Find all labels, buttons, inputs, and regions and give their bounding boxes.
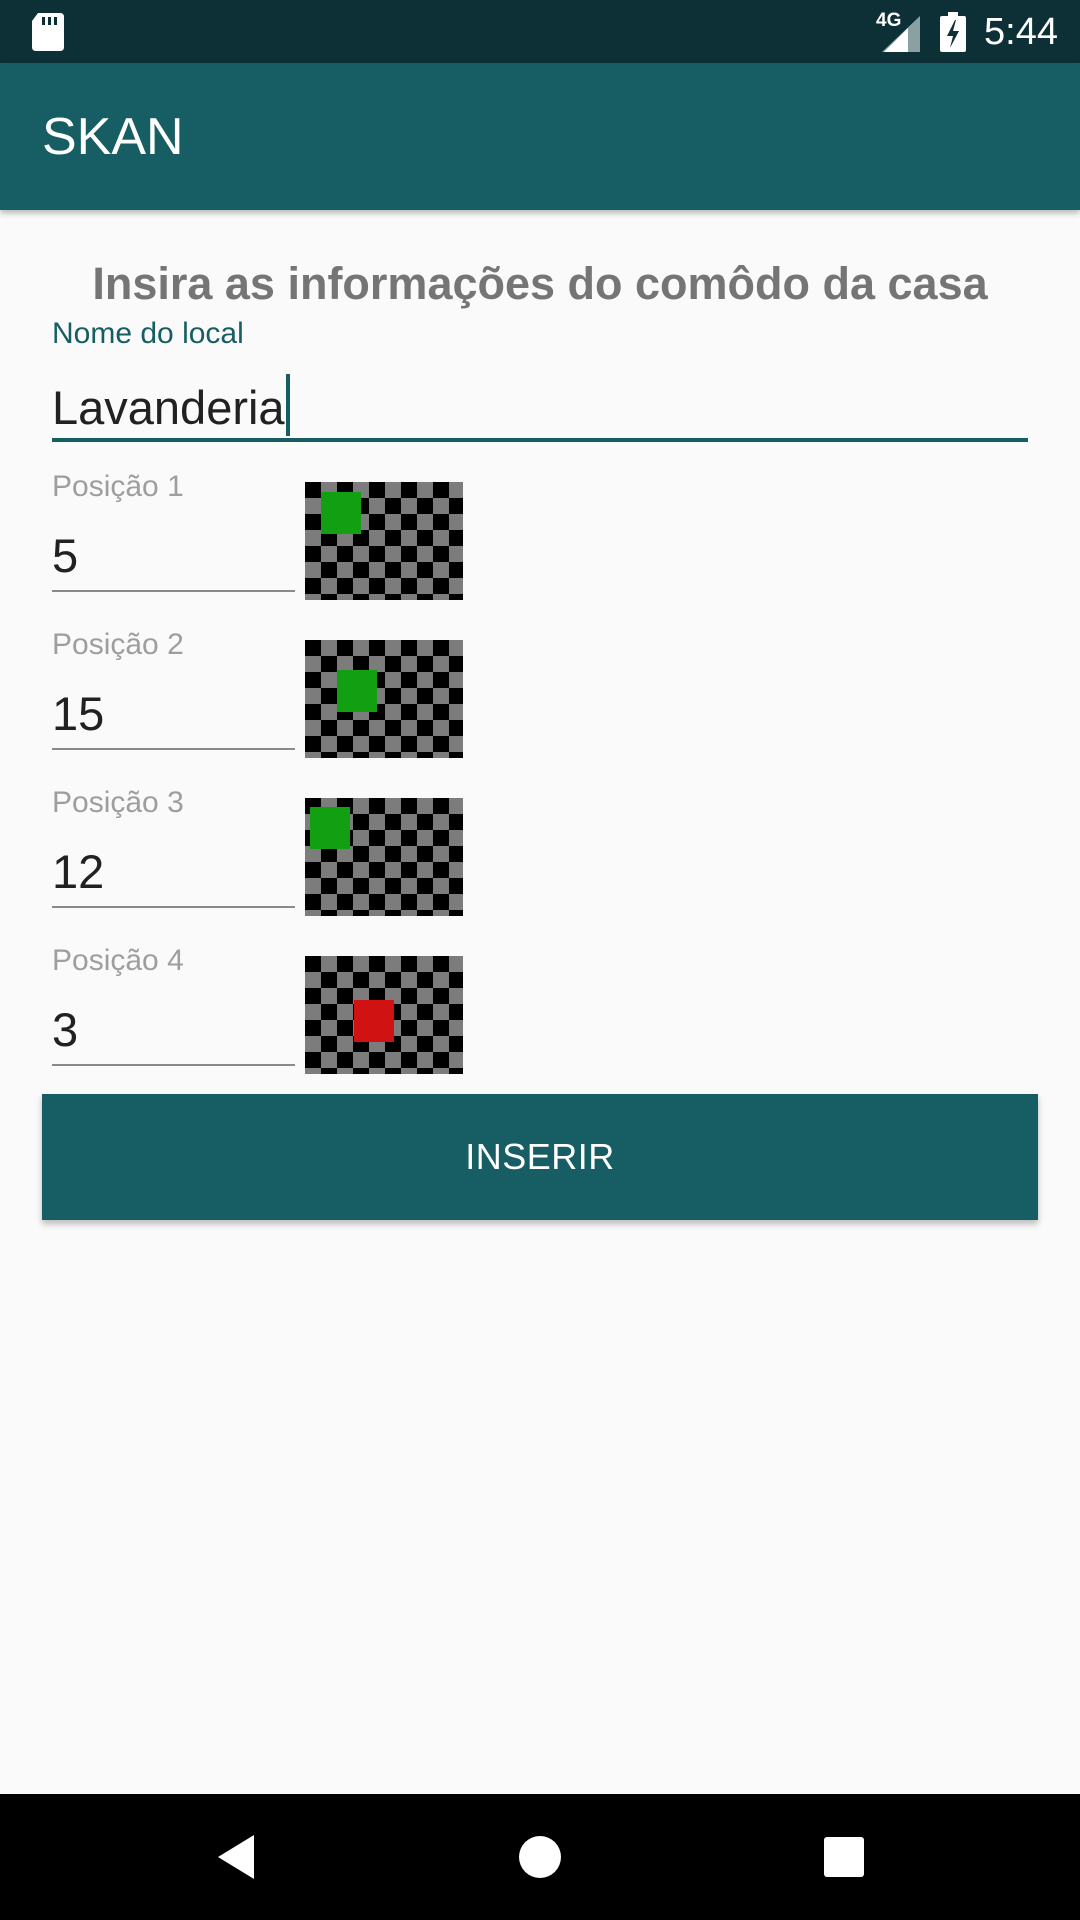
position-3-underline [52,906,295,908]
form-heading: Insira as informações do comôdo da casa [92,258,988,309]
position-2-grid [305,640,463,758]
battery-charging-icon [940,12,966,52]
app-title: SKAN [42,108,184,166]
position-4-label: Posição 4 [52,944,184,977]
position-3-label: Posição 3 [52,786,184,819]
position-4-marker [354,1000,394,1042]
position-3-grid [305,798,463,916]
clock: 5:44 [984,11,1058,53]
status-bar: 4G 5:44 [0,0,1080,63]
insert-button[interactable]: INSERIR [42,1094,1038,1220]
location-value: Lavanderia [52,381,285,434]
app-bar: SKAN [0,63,1080,210]
position-4-input[interactable]: 3 [52,1002,78,1058]
signal-indicator: 4G [876,10,920,52]
location-input-underline [52,438,1028,442]
screen: 4G 5:44 SKAN Insira as informações do co… [0,0,1080,1920]
position-2-label: Posição 2 [52,628,184,661]
position-4-underline [52,1064,295,1066]
position-1-underline [52,590,295,592]
position-2-marker [337,670,377,712]
position-2-underline [52,748,295,750]
location-label: Nome do local [52,317,244,350]
position-3-input[interactable]: 12 [52,844,104,900]
position-3-marker [310,807,350,849]
position-1-input[interactable]: 5 [52,528,78,584]
navigation-bar [0,1794,1080,1920]
sd-card-icon [32,13,64,51]
position-1-marker [321,492,361,534]
position-2-input[interactable]: 15 [52,686,104,742]
position-1-label: Posição 1 [52,470,184,503]
location-input[interactable]: Lavanderia [52,374,290,436]
position-4-grid [305,956,463,1074]
back-icon[interactable] [206,1827,266,1887]
signal-icon [882,16,920,52]
position-1-grid [305,482,463,600]
home-icon[interactable] [510,1827,570,1887]
text-cursor [285,374,290,436]
recents-icon[interactable] [814,1827,874,1887]
